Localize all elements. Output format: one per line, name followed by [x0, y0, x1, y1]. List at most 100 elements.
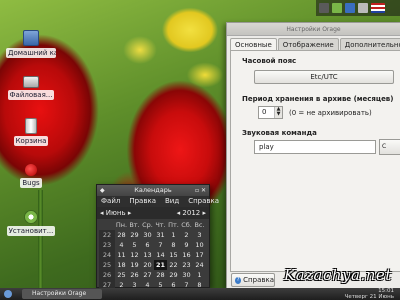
week-number: 22	[99, 230, 115, 240]
archive-heading: Период хранения в архиве (месяцев)	[242, 95, 394, 103]
desktop-icon-label: Корзина	[13, 136, 49, 146]
desktop-icon-filesystem[interactable]: Файловая...	[6, 76, 56, 102]
day-cell[interactable]: 25	[115, 270, 128, 280]
day-cell[interactable]: 6	[141, 240, 154, 250]
day-cell[interactable]: 29	[167, 270, 180, 280]
sound-browse-button[interactable]: C	[379, 139, 400, 155]
weekday-header: Сб.	[181, 221, 192, 229]
day-cell[interactable]: 30	[180, 270, 193, 280]
home-folder-icon	[23, 30, 39, 46]
calendar-window: ◆ Календарь ▫ ✕ Файл Правка Вид Справка …	[96, 184, 219, 291]
desktop-icon-label: Bugs	[20, 178, 42, 188]
menu-file[interactable]: Файл	[101, 196, 120, 207]
clock-date: Четверг 21 Июнь	[344, 294, 394, 300]
timezone-button[interactable]: Etc/UTC	[254, 70, 394, 84]
keyboard-layout-flag-icon[interactable]	[371, 3, 385, 13]
taskbar-clock[interactable]: 15:01 Четверг 21 Июнь	[345, 288, 394, 300]
help-button-label: Справка	[243, 276, 274, 284]
timezone-heading: Часовой пояс	[242, 57, 297, 65]
day-cell[interactable]: 19	[128, 260, 141, 270]
day-cell[interactable]: 23	[180, 260, 193, 270]
spinner-arrows-icon[interactable]: ▲ ▼	[274, 107, 282, 118]
sound-heading: Звуковая команда	[242, 129, 317, 137]
window-menu-icon[interactable]: ◆	[100, 185, 105, 196]
battery-icon[interactable]	[332, 3, 342, 13]
calendar-menubar: Файл Правка Вид Справка	[97, 196, 219, 207]
next-month-icon[interactable]: ▸	[128, 209, 132, 217]
day-cell[interactable]: 7	[154, 240, 167, 250]
day-cell[interactable]: 17	[193, 250, 206, 260]
archive-hint: (0 = не архивировать)	[289, 109, 372, 117]
trash-icon	[25, 118, 37, 134]
calendar-titlebar[interactable]: ◆ Календарь ▫ ✕	[97, 185, 209, 196]
day-cell[interactable]: 8	[167, 240, 180, 250]
ladybug-icon	[25, 164, 37, 176]
desktop-icon-installer[interactable]: Установит...	[6, 210, 56, 238]
day-cell[interactable]: 9	[180, 240, 193, 250]
prev-year-icon[interactable]: ◂	[177, 209, 181, 217]
window-title[interactable]: Настройки Orage	[227, 23, 400, 36]
month-selector[interactable]: ◂ Июнь ▸	[100, 207, 131, 219]
browse-button-label: C	[382, 143, 387, 150]
day-cell[interactable]: 11	[115, 250, 128, 260]
day-cell[interactable]: 5	[128, 240, 141, 250]
week-number-header	[99, 220, 115, 230]
window-controls-icon[interactable]: ▫ ✕	[195, 185, 206, 196]
desktop-icon-home[interactable]: Домашний каталог	[6, 30, 56, 60]
network-icon[interactable]	[345, 3, 355, 13]
app-menu-icon[interactable]	[4, 290, 12, 298]
archive-period-spinner[interactable]: 0 ▲ ▼	[258, 106, 283, 119]
day-cell[interactable]: 20	[141, 260, 154, 270]
year-label: 2012	[182, 209, 201, 217]
day-cell[interactable]: 2	[180, 230, 193, 240]
day-cell[interactable]: 3	[193, 230, 206, 240]
menu-view[interactable]: Вид	[165, 196, 179, 207]
day-cell[interactable]: 28	[154, 270, 167, 280]
prev-month-icon[interactable]: ◂	[100, 209, 104, 217]
day-cell[interactable]: 15	[167, 250, 180, 260]
day-cell[interactable]: 4	[115, 240, 128, 250]
desktop-icon-label: Установит...	[6, 226, 56, 236]
day-cell[interactable]: 1	[167, 230, 180, 240]
day-cell[interactable]: 31	[154, 230, 167, 240]
month-label: Июнь	[105, 209, 126, 217]
desktop-icon-bugs[interactable]: Bugs	[6, 164, 56, 190]
weekday-header: Вс.	[194, 221, 205, 229]
desktop-icon-label: Домашний каталог	[6, 48, 56, 58]
weekday-header: Ср.	[142, 221, 153, 229]
desktop-icon-trash[interactable]: Корзина	[6, 118, 56, 148]
day-cell[interactable]: 1	[193, 270, 206, 280]
week-number: 25	[99, 260, 115, 270]
watermark-logo: Kazachya.net	[284, 266, 392, 284]
menu-help[interactable]: Справка	[188, 196, 219, 207]
monitor-icon[interactable]	[319, 3, 329, 13]
day-cell[interactable]: 13	[141, 250, 154, 260]
day-cell-today[interactable]: 21	[154, 260, 167, 270]
menu-edit[interactable]: Правка	[129, 196, 156, 207]
day-cell[interactable]: 12	[128, 250, 141, 260]
taskbar: Настройки Orage 15:01 Четверг 21 Июнь	[0, 288, 400, 300]
day-cell[interactable]: 26	[128, 270, 141, 280]
day-cell[interactable]: 29	[128, 230, 141, 240]
next-year-icon[interactable]: ▸	[202, 209, 206, 217]
week-number: 24	[99, 250, 115, 260]
day-cell[interactable]: 24	[193, 260, 206, 270]
day-cell[interactable]: 10	[193, 240, 206, 250]
day-cell[interactable]: 28	[115, 230, 128, 240]
sound-command-input[interactable]: play	[254, 140, 376, 154]
week-number: 23	[99, 240, 115, 250]
orage-settings-window: Настройки Orage Основные Отображение Доп…	[226, 22, 400, 288]
taskbar-task-orage-settings[interactable]: Настройки Orage	[22, 289, 102, 299]
day-cell[interactable]: 27	[141, 270, 154, 280]
volume-icon[interactable]	[358, 3, 368, 13]
calendar-grid: Пн. Вт. Ср. Чт. Пт. Сб. Вс. 22 28 29 30 31 1 2 3 23 4 5 6 7…	[97, 219, 209, 291]
system-tray	[316, 0, 400, 16]
task-label: Настройки Orage	[32, 290, 87, 297]
day-cell[interactable]: 30	[141, 230, 154, 240]
year-selector[interactable]: ◂ 2012 ▸	[177, 207, 206, 219]
day-cell[interactable]: 22	[167, 260, 180, 270]
day-cell[interactable]: 14	[154, 250, 167, 260]
help-button[interactable]: ? Справка	[231, 273, 275, 287]
day-cell[interactable]: 18	[115, 260, 128, 270]
day-cell[interactable]: 16	[180, 250, 193, 260]
